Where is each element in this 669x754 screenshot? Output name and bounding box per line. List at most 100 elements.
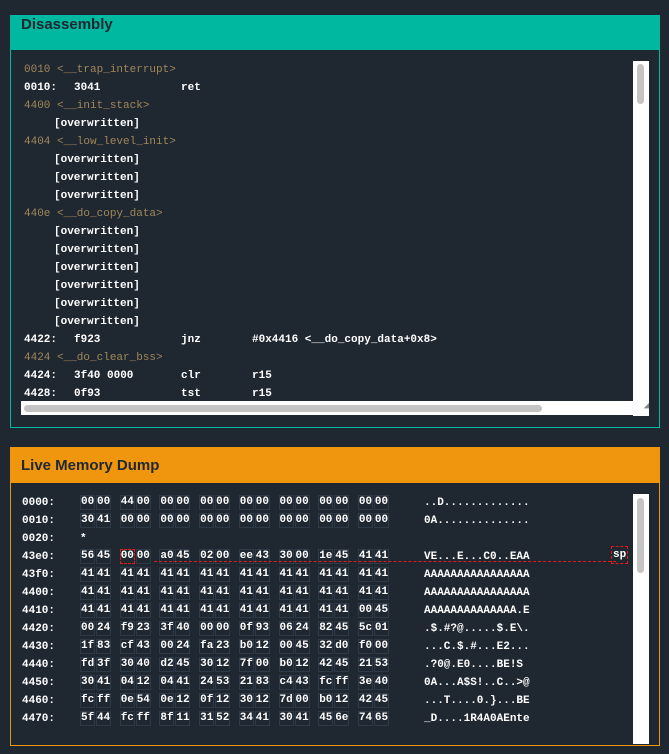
memory-byte[interactable]: 43 [135, 639, 151, 654]
memory-byte[interactable]: 30 [119, 657, 135, 672]
memory-byte[interactable]: 00 [159, 495, 175, 510]
memory-byte[interactable]: c4 [278, 675, 294, 690]
memory-byte[interactable]: 41 [318, 603, 334, 618]
memory-byte[interactable]: 00 [135, 513, 151, 528]
memory-byte[interactable]: 41 [199, 603, 215, 618]
memory-byte[interactable]: 00 [199, 495, 215, 510]
memory-byte[interactable]: 21 [238, 675, 254, 690]
memory-byte[interactable]: 41 [238, 603, 254, 618]
memory-byte[interactable]: 0e [159, 693, 175, 708]
memory-byte[interactable]: 53 [373, 657, 389, 672]
memory-byte[interactable]: 41 [334, 585, 350, 600]
memory-byte[interactable]: 41 [119, 585, 135, 600]
memory-byte[interactable]: 00 [373, 513, 389, 528]
memory-byte[interactable]: 00 [318, 495, 334, 510]
memory-byte[interactable]: 32 [318, 639, 334, 654]
memory-byte[interactable]: cf [119, 639, 135, 654]
memory-byte[interactable]: 41 [80, 585, 95, 600]
memory-byte[interactable]: 45 [373, 693, 389, 708]
memory-byte[interactable]: 83 [254, 675, 270, 690]
memory-byte[interactable]: ff [334, 675, 350, 690]
memory-byte[interactable]: 93 [254, 621, 270, 636]
memory-byte[interactable]: 7d [278, 693, 294, 708]
memory-byte[interactable]: 30 [238, 693, 254, 708]
memory-byte[interactable]: 41 [119, 567, 135, 582]
memory-byte[interactable]: 6e [334, 711, 350, 726]
memory-byte[interactable]: 0f [238, 621, 254, 636]
memory-byte[interactable]: 41 [175, 585, 191, 600]
memory-byte[interactable]: 00 [294, 693, 310, 708]
memory-byte[interactable]: 41 [135, 585, 151, 600]
memory-byte[interactable]: 12 [294, 657, 310, 672]
memory-byte[interactable]: 41 [294, 711, 310, 726]
memory-byte[interactable]: 44 [96, 711, 111, 726]
memory-byte[interactable]: fc [318, 675, 334, 690]
memory-byte[interactable]: 41 [135, 603, 151, 618]
memory-byte[interactable]: 41 [199, 567, 215, 582]
memory-byte[interactable]: 42 [318, 657, 334, 672]
memory-byte[interactable]: 83 [96, 639, 111, 654]
memory-byte[interactable]: 3f [159, 621, 175, 636]
memory-byte[interactable]: 24 [294, 621, 310, 636]
memory-byte[interactable]: 34 [238, 711, 254, 726]
memory-byte[interactable]: 30 [278, 711, 294, 726]
memory-byte[interactable]: 41 [318, 567, 334, 582]
memory-byte[interactable]: 00 [334, 495, 350, 510]
memory-byte[interactable]: 41 [294, 567, 310, 582]
memory-byte[interactable]: 00 [238, 495, 254, 510]
memory-byte[interactable]: 00 [318, 513, 334, 528]
memory-byte[interactable]: 41 [80, 603, 95, 618]
memory-dump[interactable]: 0000: 00 00 44 00 00 00 00 00 00 00 00 00 00 00 00 00 ..D… [11, 483, 659, 744]
memory-byte[interactable]: 30 [80, 675, 95, 690]
memory-byte[interactable]: fc [80, 693, 95, 708]
memory-byte[interactable]: 41 [238, 567, 254, 582]
memory-byte[interactable]: 00 [278, 513, 294, 528]
memory-byte[interactable]: 41 [215, 603, 231, 618]
memory-byte[interactable]: 41 [96, 675, 111, 690]
memory-byte[interactable]: 00 [278, 639, 294, 654]
memory-byte[interactable]: 31 [199, 711, 215, 726]
memory-byte[interactable]: 0f [199, 693, 215, 708]
memory-byte[interactable]: 45 [175, 657, 191, 672]
memory-byte[interactable]: 23 [135, 621, 151, 636]
memory-byte[interactable]: 11 [175, 711, 191, 726]
memory-byte[interactable]: b0 [238, 639, 254, 654]
memory-byte[interactable]: 56 [80, 549, 95, 564]
memory-byte[interactable]: 23 [215, 639, 231, 654]
memory-byte[interactable]: 12 [135, 675, 151, 690]
memory-byte[interactable]: fa [199, 639, 215, 654]
resize-handle-icon[interactable]: ◢ [633, 401, 649, 415]
memory-byte[interactable]: 24 [199, 675, 215, 690]
memory-byte[interactable]: 41 [373, 567, 389, 582]
memory-byte[interactable]: 41 [159, 567, 175, 582]
memory-byte[interactable]: 12 [254, 639, 270, 654]
memory-byte[interactable]: 00 [135, 495, 151, 510]
memory-byte[interactable]: f0 [357, 639, 373, 654]
memory-byte[interactable]: 00 [199, 621, 215, 636]
memory-byte[interactable]: 53 [215, 675, 231, 690]
memory-byte[interactable]: 41 [215, 585, 231, 600]
memory-byte[interactable]: 45 [96, 549, 111, 564]
memory-byte[interactable]: 41 [318, 585, 334, 600]
memory-byte[interactable]: 00 [373, 639, 389, 654]
memory-byte[interactable]: 5f [80, 711, 95, 726]
memory-byte[interactable]: 00 [119, 513, 135, 528]
memory-byte[interactable]: 12 [215, 693, 231, 708]
memory-byte[interactable]: 45 [334, 657, 350, 672]
memory-byte[interactable]: 21 [357, 657, 373, 672]
memory-byte[interactable]: ff [135, 711, 151, 726]
memory-byte[interactable]: 01 [373, 621, 389, 636]
memory-byte[interactable]: 41 [159, 603, 175, 618]
memory-byte[interactable]: 00 [135, 549, 151, 564]
memory-byte[interactable]: 41 [278, 603, 294, 618]
memory-byte[interactable]: 12 [334, 693, 350, 708]
memory-byte[interactable]: 00 [294, 495, 310, 510]
memory-byte[interactable]: 41 [135, 567, 151, 582]
memory-byte[interactable]: 5c [357, 621, 373, 636]
memory-byte[interactable]: ff [96, 693, 111, 708]
memory-byte[interactable]: 41 [175, 603, 191, 618]
memory-byte[interactable]: f9 [119, 621, 135, 636]
memory-byte[interactable]: 44 [119, 495, 135, 510]
memory-byte[interactable]: 8f [159, 711, 175, 726]
memory-byte[interactable]: 52 [215, 711, 231, 726]
